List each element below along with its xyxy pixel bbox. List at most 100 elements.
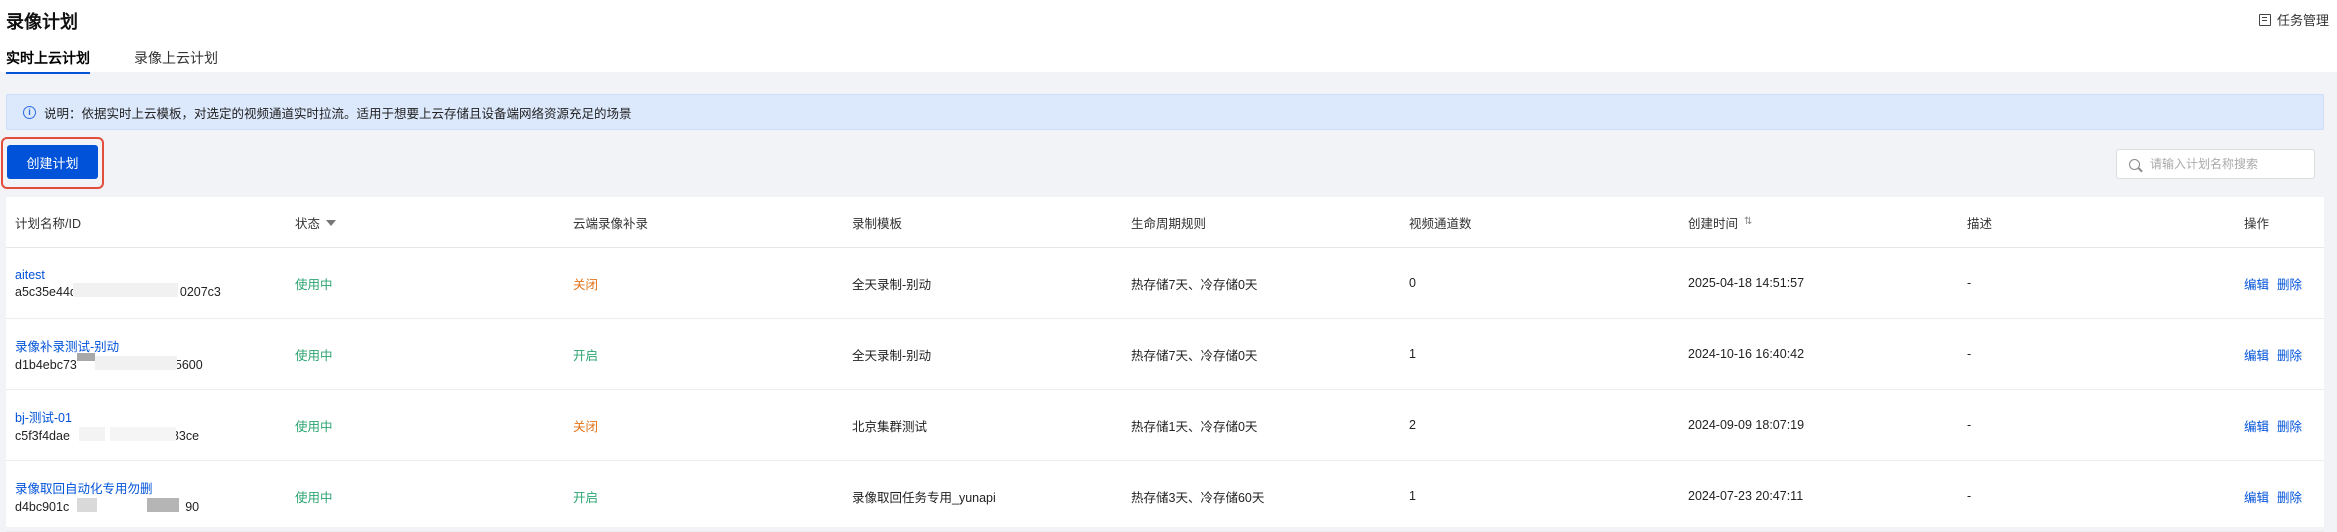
col-actions: 操作 (2244, 197, 2269, 247)
actions-cell: 编辑 删除 (2244, 248, 2302, 318)
status-text: 使用中 (295, 277, 333, 292)
delete-button[interactable]: 删除 (2277, 416, 2302, 435)
table-row: 录像取回自动化专用勿删 d4bc901c 90 使用中 开启 录像取回任务专用_y… (6, 461, 2324, 532)
plan-id-start: c5f3f4dae (15, 429, 70, 443)
col-label: 操作 (2244, 216, 2270, 231)
col-template: 录制模板 (852, 197, 902, 247)
tab-realtime-plan[interactable]: 实时上云计划 (6, 48, 90, 74)
channels-cell: 1 (1409, 347, 1416, 361)
redaction-mask (77, 498, 97, 512)
col-backfill: 云端录像补录 (573, 197, 648, 247)
edit-button[interactable]: 编辑 (2244, 416, 2269, 435)
template-cell: 录像取回任务专用_yunapi (852, 490, 996, 505)
plan-id-end: 5600 (174, 358, 203, 372)
actions-cell: 编辑 删除 (2244, 390, 2302, 460)
template-cell: 全天录制-别动 (852, 277, 932, 292)
delete-button[interactable]: 删除 (2277, 274, 2302, 293)
plan-id-end: 90 (185, 500, 200, 514)
edit-button[interactable]: 编辑 (2244, 487, 2269, 506)
edit-button[interactable]: 编辑 (2244, 345, 2269, 364)
plan-name-link[interactable]: aitest (15, 268, 45, 282)
task-list-icon (2258, 13, 2271, 26)
redaction-mask (147, 498, 179, 512)
table-header: 计划名称/ID 状态 云端录像补录 录制模板 生命周期规则 视频通道数 创建时间… (6, 197, 2324, 248)
plan-name-link[interactable]: 录像补录测试-别动 (15, 336, 119, 355)
col-label: 状态 (295, 216, 321, 231)
notice-text: 说明：依据实时上云模板，对选定的视频通道实时拉流。适用于想要上云存储且设备端网络… (44, 106, 632, 121)
plan-id-end: 0207c3 (179, 284, 221, 299)
task-management-link[interactable]: 任务管理 (2258, 10, 2329, 29)
backfill-status: 关闭 (573, 277, 599, 292)
tab-recording-plan[interactable]: 录像上云计划 (134, 48, 218, 72)
info-icon: i (23, 105, 36, 119)
created-cell: 2024-10-16 16:40:42 (1688, 347, 1805, 361)
col-status: 状态 (295, 197, 337, 247)
delete-button[interactable]: 删除 (2277, 487, 2302, 506)
col-label: 生命周期规则 (1131, 216, 1207, 231)
description-cell: - (1967, 276, 1972, 290)
col-label: 录制模板 (852, 216, 903, 231)
col-name-id: 计划名称/ID (15, 197, 81, 247)
name-id-cell: 录像取回自动化专用勿删 d4bc901c 90 (15, 461, 199, 531)
name-id-cell: 录像补录测试-别动 d1b4ebc73 5600 (15, 319, 203, 389)
plan-id-start: d1b4ebc73 (15, 358, 77, 372)
lifecycle-cell: 热存储7天、冷存储0天 (1131, 277, 1258, 292)
filter-icon[interactable] (326, 220, 337, 226)
plan-id: d4bc901c 90 (15, 498, 200, 514)
actions-cell: 编辑 删除 (2244, 461, 2302, 531)
channels-cell: 0 (1409, 276, 1416, 290)
description-cell: - (1967, 489, 1972, 503)
task-management-label: 任务管理 (2276, 13, 2329, 28)
created-cell: 2024-09-09 18:07:19 (1688, 418, 1805, 432)
redaction-mask (73, 282, 178, 297)
plan-id: a5c35e44d 0207c3 (15, 282, 221, 299)
plan-table: 计划名称/ID 状态 云端录像补录 录制模板 生命周期规则 视频通道数 创建时间… (6, 197, 2324, 532)
search-icon (2129, 158, 2140, 170)
tab-bar: 实时上云计划 录像上云计划 (0, 48, 256, 74)
col-created: 创建时间 ⇅ (1688, 197, 1752, 247)
channels-cell: 1 (1409, 489, 1416, 503)
plan-id: c5f3f4dae 83ce (15, 427, 199, 443)
lifecycle-cell: 热存储3天、冷存储60天 (1131, 490, 1265, 505)
col-label: 描述 (1967, 216, 1993, 231)
col-label: 创建时间 (1688, 216, 1739, 231)
search-input[interactable] (2148, 156, 2312, 172)
created-cell: 2025-04-18 14:51:57 (1688, 276, 1805, 290)
col-lifecycle: 生命周期规则 (1131, 197, 1206, 247)
redaction-mask (79, 427, 105, 441)
col-description: 描述 (1967, 197, 1992, 247)
col-label: 视频通道数 (1409, 216, 1472, 231)
plan-id-start: d4bc901c (15, 500, 70, 514)
edit-button[interactable]: 编辑 (2244, 274, 2269, 293)
plan-name-link[interactable]: bj-测试-01 (15, 407, 72, 426)
description-cell: - (1967, 347, 1972, 361)
page-title: 录像计划 (6, 12, 78, 32)
redaction-mask (110, 427, 176, 441)
plan-id-start: a5c35e44d (15, 284, 77, 299)
lifecycle-cell: 热存储1天、冷存储0天 (1131, 419, 1258, 434)
col-label: 云端录像补录 (573, 216, 649, 231)
backfill-status: 关闭 (573, 419, 599, 434)
template-cell: 北京集群测试 (852, 419, 928, 434)
actions-cell: 编辑 删除 (2244, 319, 2302, 389)
template-cell: 全天录制-别动 (852, 348, 932, 363)
sort-icon[interactable]: ⇅ (1744, 217, 1752, 227)
description-cell: - (1967, 418, 1972, 432)
channels-cell: 2 (1409, 418, 1416, 432)
name-id-cell: aitest a5c35e44d 0207c3 (15, 248, 221, 318)
info-notice: i 说明：依据实时上云模板，对选定的视频通道实时拉流。适用于想要上云存储且设备端… (6, 94, 2324, 130)
redaction-mask (95, 356, 177, 370)
create-plan-button[interactable]: 创建计划 (7, 145, 98, 179)
name-id-cell: bj-测试-01 c5f3f4dae 83ce (15, 390, 199, 460)
delete-button[interactable]: 删除 (2277, 345, 2302, 364)
plan-id: d1b4ebc73 5600 (15, 353, 203, 372)
status-text: 使用中 (295, 348, 333, 363)
search-box[interactable] (2116, 149, 2315, 179)
backfill-status: 开启 (573, 490, 599, 505)
table-row: 录像补录测试-别动 d1b4ebc73 5600 使用中 开启 全天录制-别动 热… (6, 319, 2324, 390)
created-cell: 2024-07-23 20:47:11 (1688, 489, 1804, 503)
redaction-mask (77, 353, 95, 361)
create-button-highlight: 创建计划 (1, 137, 104, 189)
col-label: 计划名称/ID (15, 216, 81, 231)
plan-name-link[interactable]: 录像取回自动化专用勿删 (15, 478, 153, 497)
